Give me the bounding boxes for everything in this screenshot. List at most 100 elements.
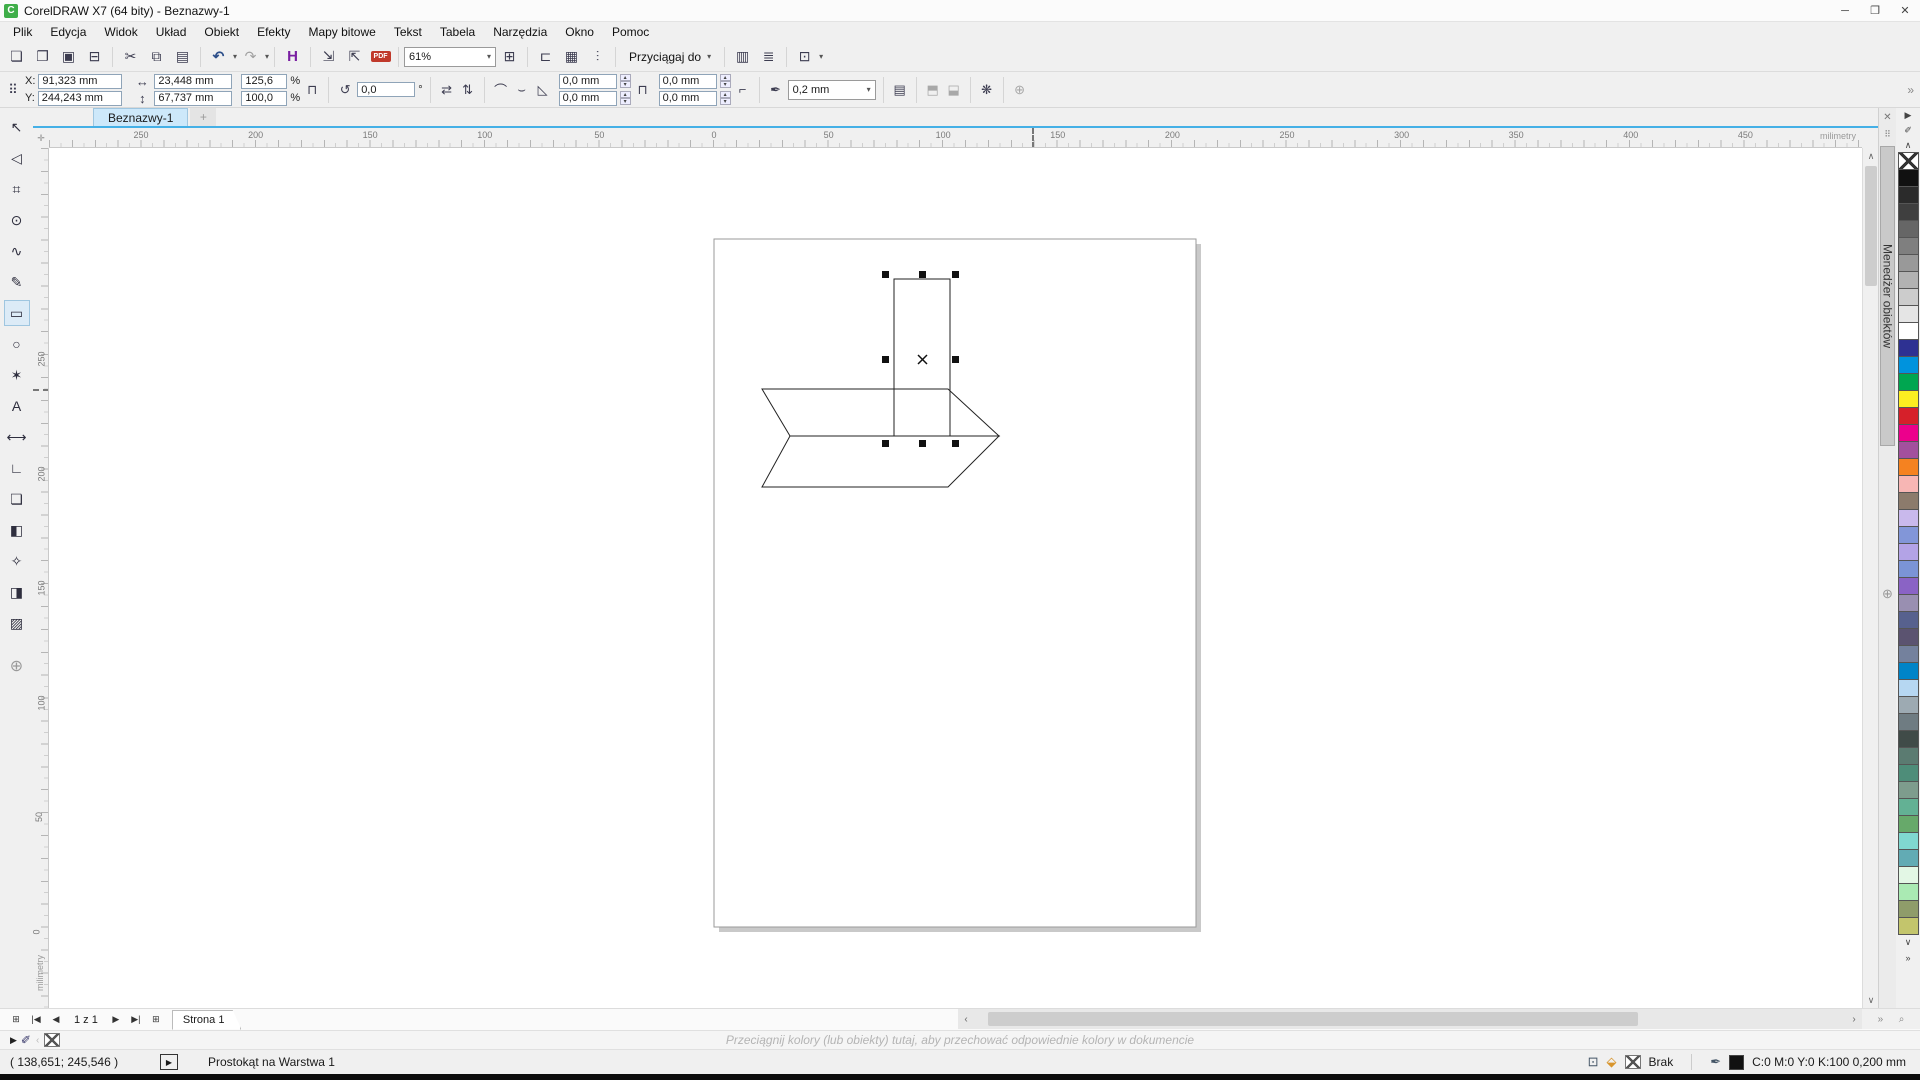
palette-swatch[interactable] xyxy=(1898,577,1919,595)
palette-swatch[interactable] xyxy=(1898,492,1919,510)
menu-item-tekst[interactable]: Tekst xyxy=(385,23,431,41)
app-launcher-button[interactable]: H xyxy=(280,45,305,69)
scroll-up-icon[interactable]: ∧ xyxy=(1863,148,1879,164)
horizontal-ruler[interactable]: milimetry 250200150100500501001502002503… xyxy=(49,128,1862,148)
vertical-ruler[interactable]: 250200150100500 xyxy=(33,148,49,1008)
palette-swatch[interactable] xyxy=(1898,679,1919,697)
menu-item-plik[interactable]: Plik xyxy=(4,23,41,41)
add-tool-button[interactable]: ⊕ xyxy=(4,653,30,679)
docker-collapse-icon[interactable]: ⊕ xyxy=(1879,586,1896,602)
mirror-horizontal-button[interactable]: ⇄ xyxy=(438,82,456,98)
horizontal-scroll-thumb[interactable] xyxy=(988,1012,1638,1026)
menu-item-mapy-bitowe[interactable]: Mapy bitowe xyxy=(299,23,384,41)
shape-tool[interactable]: ◁ xyxy=(4,145,30,171)
selection-handle[interactable] xyxy=(952,271,959,278)
docker-close-icon[interactable]: ✕ xyxy=(1879,108,1896,126)
corner-radius-field[interactable]: 0,0 mm xyxy=(659,91,717,106)
open-button[interactable]: ❐ xyxy=(30,45,55,69)
palette-swatch[interactable] xyxy=(1898,883,1919,901)
smart-fill-tool[interactable]: ▨ xyxy=(4,610,30,636)
dimension-tool[interactable]: ⟷ xyxy=(4,424,30,450)
palette-swatch[interactable] xyxy=(1898,390,1919,408)
width-field[interactable]: 23,448 mm xyxy=(154,74,232,89)
propbar-overflow-icon[interactable]: » xyxy=(1907,83,1914,97)
corner-lock-icon[interactable]: ⊓ xyxy=(634,82,652,98)
selection-handle[interactable] xyxy=(882,356,889,363)
undo-button[interactable]: ↶ xyxy=(206,45,231,69)
selection-handle[interactable] xyxy=(882,271,889,278)
palette-swatch[interactable] xyxy=(1898,407,1919,425)
horizontal-scrollbar[interactable]: ‹ › xyxy=(958,1009,1862,1029)
palette-swatch[interactable] xyxy=(1898,152,1919,170)
scroll-right-icon[interactable]: › xyxy=(1846,1014,1862,1025)
page-tab[interactable]: Strona 1 xyxy=(172,1010,242,1030)
palette-swatch[interactable] xyxy=(1898,169,1919,187)
publish-pdf-button[interactable]: PDF xyxy=(368,45,393,69)
rotation-field[interactable]: 0,0 xyxy=(357,82,415,97)
convert-to-curves-button[interactable]: ❋ xyxy=(978,82,996,98)
palette-swatch[interactable] xyxy=(1898,305,1919,323)
last-page-button[interactable]: ▶| xyxy=(126,1011,146,1029)
next-page-button[interactable]: ▶ xyxy=(106,1011,126,1029)
menu-item-pomoc[interactable]: Pomoc xyxy=(603,23,658,41)
ruler-origin-icon[interactable]: ✛ xyxy=(33,128,49,148)
corner-radius-field[interactable]: 0,0 mm xyxy=(559,91,617,106)
menu-item-obiekt[interactable]: Obiekt xyxy=(195,23,248,41)
spin-up-icon[interactable]: ▴ xyxy=(620,74,631,81)
relative-corner-icon[interactable]: ⌐ xyxy=(734,82,752,97)
redo-dropdown-icon[interactable]: ▾ xyxy=(265,52,269,61)
fill-bucket-icon[interactable]: ⬙ xyxy=(1607,1054,1617,1070)
print-button[interactable]: ⊟ xyxy=(82,45,107,69)
palette-swatch[interactable] xyxy=(1898,526,1919,544)
selection-handle[interactable] xyxy=(919,271,926,278)
outline-color-swatch[interactable] xyxy=(1729,1055,1744,1070)
corner-radius-field[interactable]: 0,0 mm xyxy=(659,74,717,89)
selection-handle[interactable] xyxy=(952,356,959,363)
fill-color-swatch[interactable] xyxy=(1625,1055,1641,1069)
document-tab[interactable]: Beznazwy-1 xyxy=(93,108,188,126)
export-button[interactable]: ⇱ xyxy=(342,45,367,69)
palette-swatch[interactable] xyxy=(1898,475,1919,493)
palette-swatch[interactable] xyxy=(1898,271,1919,289)
menu-item-okno[interactable]: Okno xyxy=(556,23,603,41)
height-field[interactable]: 67,737 mm xyxy=(154,91,232,106)
spin-down-icon[interactable]: ▾ xyxy=(720,98,731,105)
spin-up-icon[interactable]: ▴ xyxy=(620,91,631,98)
palette-flyout-icon[interactable]: ▶ xyxy=(1896,108,1920,123)
palette-expand-icon[interactable]: » xyxy=(1896,950,1920,965)
show-rulers-toggle[interactable]: ⊏ xyxy=(533,45,558,69)
palette-swatch[interactable] xyxy=(1898,339,1919,357)
menu-item-efekty[interactable]: Efekty xyxy=(248,23,299,41)
paste-button[interactable]: ▤ xyxy=(170,45,195,69)
outline-width-combo[interactable]: 0,2 mm ▾ xyxy=(788,80,876,100)
new-document-tab-button[interactable]: + xyxy=(190,108,216,126)
maximize-button[interactable]: ❐ xyxy=(1860,0,1890,21)
add-page-button[interactable]: ⊞ xyxy=(6,1011,26,1029)
to-back-button[interactable]: ⬓ xyxy=(945,82,963,98)
menu-item-edycja[interactable]: Edycja xyxy=(41,23,95,41)
drawing-canvas[interactable] xyxy=(49,148,1862,1008)
palette-swatch[interactable] xyxy=(1898,832,1919,850)
spin-down-icon[interactable]: ▾ xyxy=(720,81,731,88)
palette-swatch[interactable] xyxy=(1898,186,1919,204)
palette-swatch[interactable] xyxy=(1898,696,1919,714)
crop-tool[interactable]: ⌗ xyxy=(4,176,30,202)
drop-shadow-tool[interactable]: ❏ xyxy=(4,486,30,512)
palette-swatch[interactable] xyxy=(1898,322,1919,340)
vertical-scroll-thumb[interactable] xyxy=(1865,166,1877,286)
interactive-fill-tool[interactable]: ◨ xyxy=(4,579,30,605)
proof-colors-icon[interactable]: ⊡ xyxy=(1588,1054,1599,1070)
outline-pen-icon[interactable]: ✒ xyxy=(1710,1054,1721,1070)
selection-handle[interactable] xyxy=(952,440,959,447)
spin-down-icon[interactable]: ▾ xyxy=(620,98,631,105)
navigator-icon[interactable]: ⌕ xyxy=(1899,1014,1905,1025)
palette-swatch[interactable] xyxy=(1898,220,1919,238)
close-button[interactable]: ✕ xyxy=(1890,0,1920,21)
fit-page-button[interactable]: ⊞ xyxy=(497,45,522,69)
palette-swatch[interactable] xyxy=(1898,917,1919,935)
connector-tool[interactable]: ∟ xyxy=(4,455,30,481)
spin-up-icon[interactable]: ▴ xyxy=(720,74,731,81)
pick-tool[interactable]: ↖ xyxy=(4,114,30,140)
palette-swatch[interactable] xyxy=(1898,458,1919,476)
palette-swatch[interactable] xyxy=(1898,764,1919,782)
